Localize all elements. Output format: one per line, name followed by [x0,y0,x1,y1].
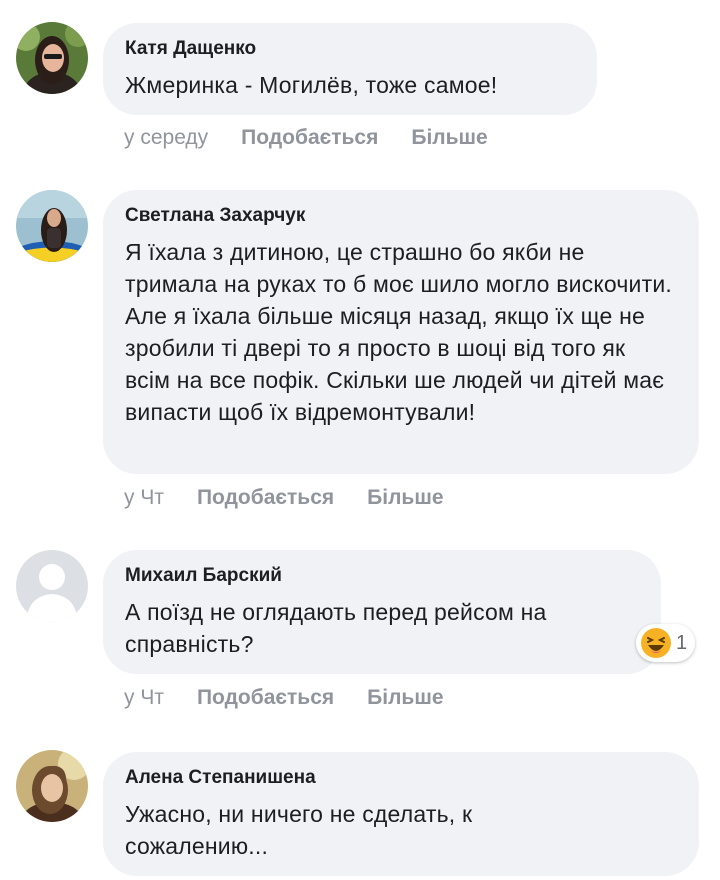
comment-time[interactable]: у Чт [124,485,164,511]
haha-emoji-icon [641,628,671,658]
comment-text: Я їхала з дитиною, це страшно бо якби не… [125,239,672,425]
avatar[interactable] [16,750,88,822]
like-button[interactable]: Подобається [197,485,334,511]
avatar[interactable] [16,22,88,94]
more-button[interactable]: Більше [367,485,443,511]
more-button[interactable]: Більше [411,125,487,151]
comment-author[interactable]: Катя Дащенко [125,37,575,61]
comment-actions: у середу Подобається Більше [124,125,521,151]
comment-author[interactable]: Михаил Барский [125,564,639,588]
comment-actions: у Чт Подобається Більше [124,685,477,711]
like-button[interactable]: Подобається [197,685,334,711]
avatar[interactable] [16,190,88,262]
like-button[interactable]: Подобається [241,125,378,151]
comment-time[interactable]: у Чт [124,685,164,711]
comment-author[interactable]: Светлана Захарчук [125,204,677,228]
comment-actions: у Чт Подобається Більше [124,485,477,511]
comment-bubble: Катя Дащенко Жмеринка - Могилёв, тоже са… [103,23,597,115]
comment-text: А поїзд не оглядають перед рейсом на спр… [125,599,547,657]
more-button[interactable]: Більше [367,685,443,711]
comment-text: Жмеринка - Могилёв, тоже самое! [125,72,498,98]
comment-time[interactable]: у середу [124,125,208,151]
comment-author[interactable]: Алена Степанишена [125,766,677,790]
comment-text: Ужасно, ни ничего не сделать, к сожалени… [125,801,473,859]
reaction-badge[interactable]: 1 [636,624,696,662]
comment-bubble: Михаил Барский А поїзд не оглядають пере… [103,550,661,674]
reaction-count: 1 [676,631,688,654]
comments-feed: Катя Дащенко Жмеринка - Могилёв, тоже са… [0,0,720,880]
comment-bubble: Светлана Захарчук Я їхала з дитиною, це … [103,190,699,474]
avatar[interactable] [16,550,88,622]
comment-bubble: Алена Степанишена Ужасно, ни ничего не с… [103,752,699,876]
